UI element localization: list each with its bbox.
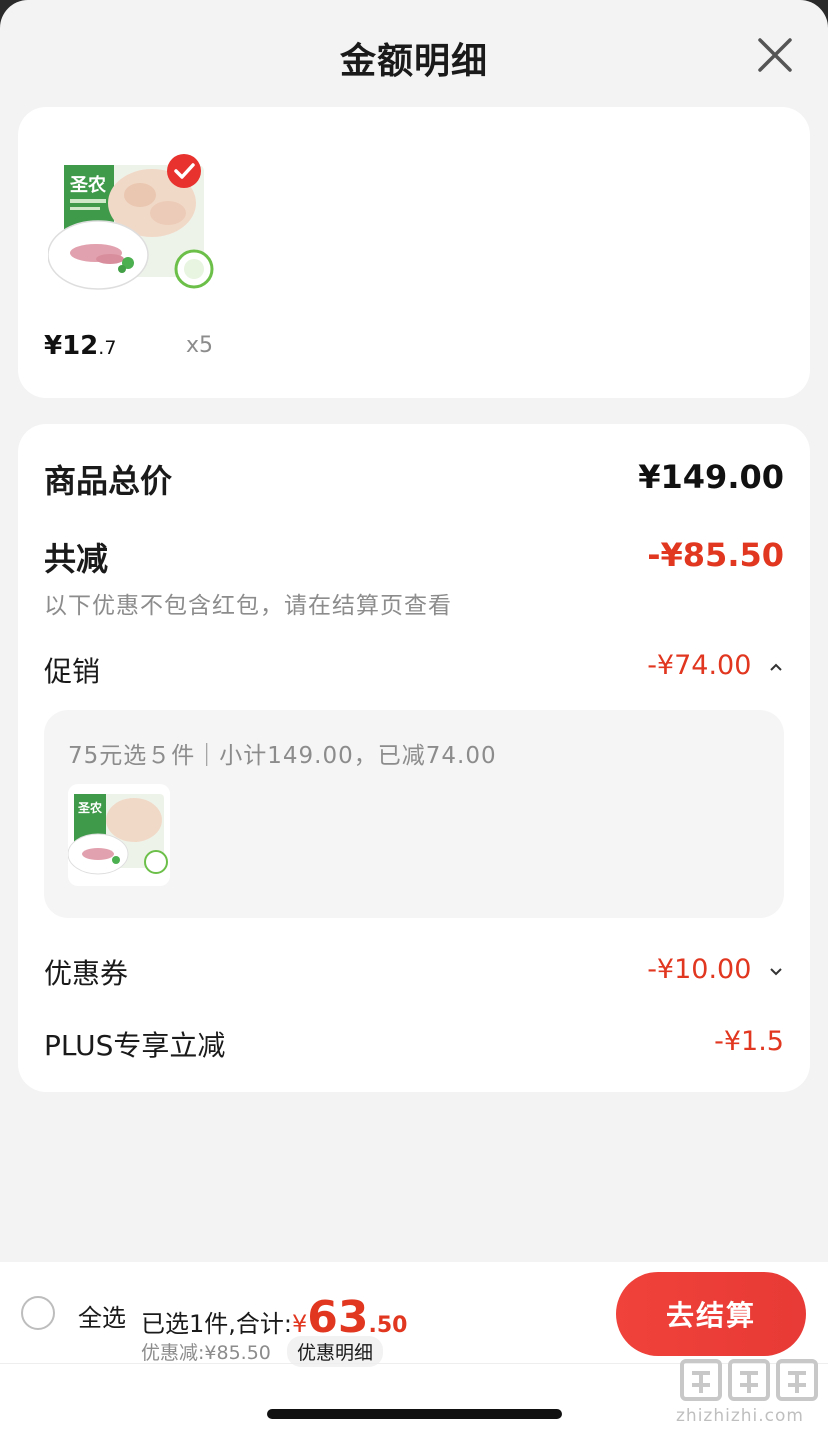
sheet-header: 金额明细 — [0, 0, 828, 108]
promo-product-thumbnail[interactable]: 圣农 — [68, 784, 170, 886]
amount-details-card: 商品总价 ¥149.00 共减 -¥85.50 以下优惠不包含红包，请在结算页查… — [18, 424, 810, 1092]
discount-text: 优惠减:¥85.50 — [141, 1342, 271, 1364]
coupon-label: 优惠券 — [44, 957, 129, 990]
product-price: ¥12.7 — [44, 331, 116, 361]
summary-prefix: 已选1件,合计: — [141, 1310, 292, 1338]
select-all-radio[interactable] — [21, 1296, 55, 1330]
selected-check-icon — [167, 154, 201, 188]
reduce-note: 以下优惠不包含红包，请在结算页查看 — [44, 593, 452, 619]
product-price-int: ¥12 — [44, 331, 99, 361]
watermark-logo — [680, 1359, 818, 1401]
chevron-up-icon — [770, 663, 782, 671]
chicken-package-image: 圣农 — [68, 794, 168, 875]
reduce-label: 共减 — [44, 540, 109, 578]
close-icon — [758, 38, 792, 72]
plus-label: PLUS专享立减 — [44, 1029, 226, 1062]
pack-brand-text: 圣农 — [77, 800, 102, 815]
promo-label: 促销 — [44, 655, 101, 688]
promo-description: 75元选５件｜小计149.00，已减74.00 — [68, 743, 497, 769]
home-indicator[interactable] — [267, 1409, 562, 1419]
product-quantity: x5 — [186, 333, 214, 358]
total-currency: ¥ — [291, 1310, 308, 1338]
promo-detail-box: 75元选５件｜小计149.00，已减74.00 圣农 — [44, 710, 784, 918]
coupon-value: -¥10.00 — [647, 954, 752, 985]
coupon-row-toggle[interactable]: -¥10.00 — [647, 954, 784, 985]
reduce-value: -¥85.50 — [647, 536, 784, 574]
select-all-label[interactable]: 全选 — [78, 1298, 126, 1333]
promo-row-toggle[interactable]: -¥74.00 — [647, 650, 784, 681]
close-button[interactable] — [752, 32, 798, 78]
amount-detail-sheet: 金额明细 圣农 ¥12.7 x5 商品总价 ¥149.00 共减 -¥85.50… — [0, 0, 828, 1436]
promo-value: -¥74.00 — [647, 650, 752, 681]
chevron-down-icon — [770, 967, 782, 975]
total-label: 商品总价 — [44, 462, 173, 500]
watermark-text: zhizhizhi.com — [676, 1406, 804, 1426]
checkout-button[interactable]: 去结算 — [616, 1272, 806, 1356]
plus-value: -¥1.5 — [714, 1026, 784, 1057]
pack-brand-text: 圣农 — [69, 174, 106, 196]
page-title: 金额明细 — [339, 41, 488, 82]
product-card: 圣农 ¥12.7 x5 — [18, 107, 810, 398]
product-price-dec: .7 — [98, 337, 117, 359]
total-value: ¥149.00 — [638, 458, 784, 496]
total-decimal: .50 — [368, 1313, 408, 1338]
